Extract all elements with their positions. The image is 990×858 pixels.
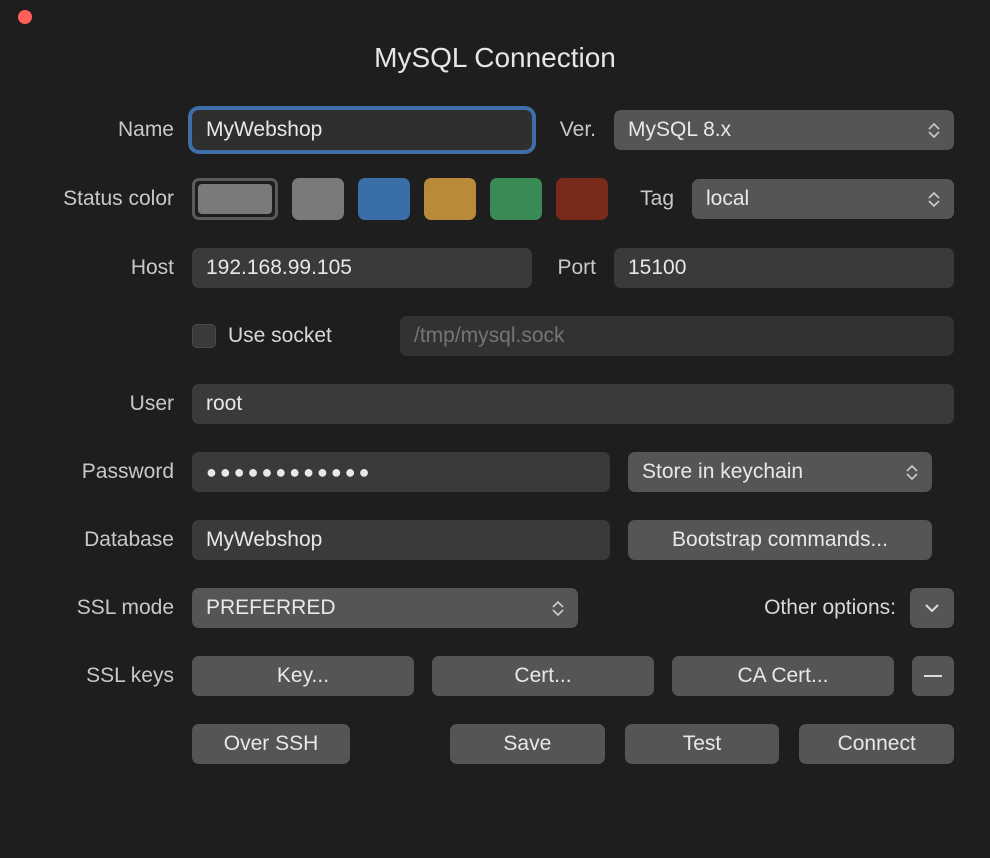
tag-select[interactable]: local bbox=[692, 179, 954, 219]
port-label: Port bbox=[550, 256, 596, 280]
status-color-swatch[interactable] bbox=[490, 178, 542, 220]
over-ssh-button[interactable]: Over SSH bbox=[192, 724, 350, 764]
user-label: User bbox=[36, 392, 174, 416]
status-color-swatch[interactable] bbox=[358, 178, 410, 220]
chevron-updown-icon bbox=[928, 192, 940, 207]
connect-button[interactable]: Connect bbox=[799, 724, 954, 764]
status-color-label: Status color bbox=[36, 187, 174, 211]
test-button[interactable]: Test bbox=[625, 724, 780, 764]
database-label: Database bbox=[36, 528, 174, 552]
chevron-updown-icon bbox=[552, 601, 564, 616]
version-select[interactable]: MySQL 8.x bbox=[614, 110, 954, 150]
user-input[interactable] bbox=[192, 384, 954, 424]
ssl-clear-button[interactable] bbox=[912, 656, 954, 696]
status-color-swatch[interactable] bbox=[556, 178, 608, 220]
minus-icon bbox=[924, 674, 942, 678]
use-socket-label: Use socket bbox=[228, 324, 332, 348]
close-window-button[interactable] bbox=[18, 10, 32, 24]
version-select-value: MySQL 8.x bbox=[628, 118, 731, 142]
ssl-cert-button[interactable]: Cert... bbox=[432, 656, 654, 696]
bootstrap-commands-button[interactable]: Bootstrap commands... bbox=[628, 520, 932, 560]
port-input[interactable] bbox=[614, 248, 954, 288]
ssl-key-button[interactable]: Key... bbox=[192, 656, 414, 696]
ssl-keys-label: SSL keys bbox=[36, 664, 174, 688]
status-color-swatch-selected[interactable] bbox=[192, 178, 278, 220]
status-color-swatch-group bbox=[192, 178, 610, 220]
name-input[interactable] bbox=[192, 110, 532, 150]
tag-select-value: local bbox=[706, 187, 749, 211]
other-options-toggle[interactable] bbox=[910, 588, 954, 628]
ssl-mode-label: SSL mode bbox=[36, 596, 174, 620]
ssl-mode-select[interactable]: PREFERRED bbox=[192, 588, 578, 628]
version-label: Ver. bbox=[550, 118, 596, 142]
password-label: Password bbox=[36, 460, 174, 484]
save-button[interactable]: Save bbox=[450, 724, 605, 764]
host-label: Host bbox=[36, 256, 174, 280]
chevron-updown-icon bbox=[906, 465, 918, 480]
chevron-updown-icon bbox=[928, 123, 940, 138]
use-socket-checkbox[interactable] bbox=[192, 324, 216, 348]
other-options-label: Other options: bbox=[764, 596, 896, 620]
host-input[interactable] bbox=[192, 248, 532, 288]
dialog-title: MySQL Connection bbox=[0, 42, 990, 74]
status-color-swatch[interactable] bbox=[292, 178, 344, 220]
chevron-down-icon bbox=[924, 603, 940, 613]
titlebar bbox=[0, 0, 990, 34]
database-input[interactable] bbox=[192, 520, 610, 560]
password-store-select[interactable]: Store in keychain bbox=[628, 452, 932, 492]
password-input[interactable]: ●●●●●●●●●●●● bbox=[192, 452, 610, 492]
ssl-mode-value: PREFERRED bbox=[206, 596, 336, 620]
socket-path-input[interactable] bbox=[400, 316, 954, 356]
password-store-value: Store in keychain bbox=[642, 460, 803, 484]
ssl-ca-cert-button[interactable]: CA Cert... bbox=[672, 656, 894, 696]
tag-label: Tag bbox=[628, 187, 674, 211]
status-color-swatch[interactable] bbox=[424, 178, 476, 220]
connection-form: Name Ver. MySQL 8.x Status color Tag loc… bbox=[0, 110, 990, 764]
name-label: Name bbox=[36, 118, 174, 142]
